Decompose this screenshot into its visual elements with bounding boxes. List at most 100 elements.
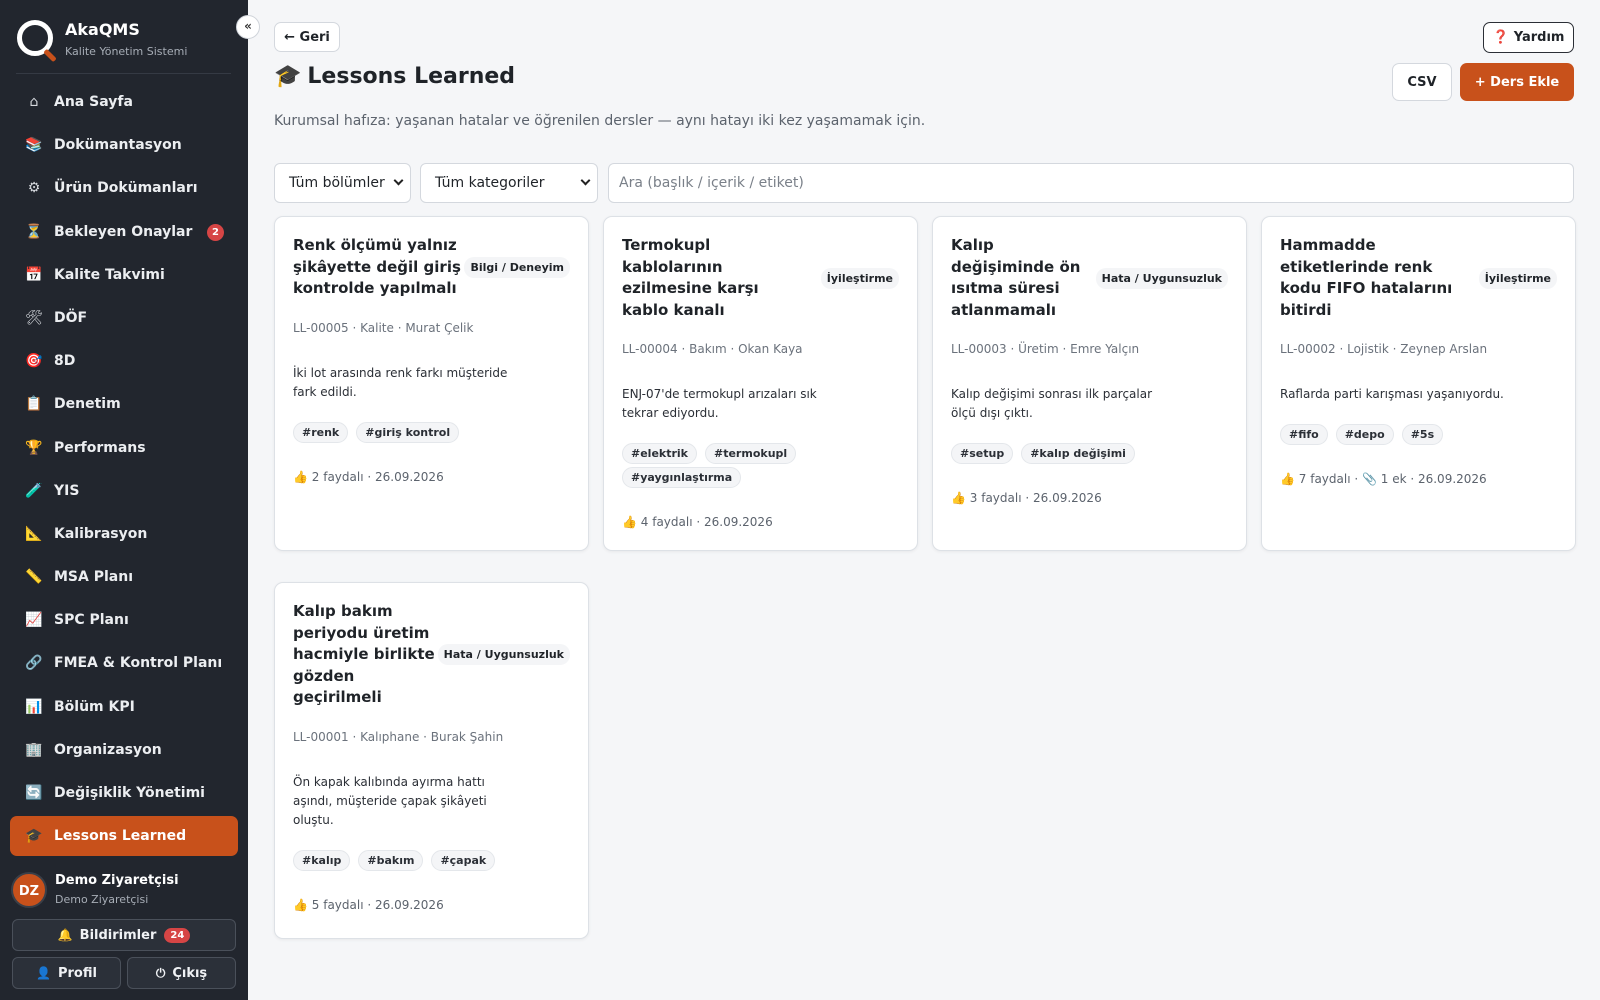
main-content: ← Geri ❓ Yardım 🎓 Lessons Learned CSV + D…: [248, 0, 1600, 1000]
sidebar-item-label: Dokümantasyon: [54, 137, 182, 154]
tag-chip[interactable]: #elektrik: [622, 443, 697, 464]
chevron-down-icon: [393, 175, 404, 186]
sidebar-item-label: FMEA & Kontrol Planı: [54, 655, 223, 672]
lesson-card-header: Termokupl kablolarının ezilmesine karşı …: [604, 217, 917, 321]
lesson-meta: LL-00001 · Kalıphane · Burak Şahin: [293, 729, 504, 744]
search-input[interactable]: [608, 163, 1574, 203]
hourglass-icon: ⏳: [25, 223, 43, 240]
sidebar-item-msa-plan[interactable]: 📏 MSA Planı: [10, 557, 238, 597]
cycle-icon: 🔄: [25, 785, 43, 801]
lesson-card-header: Renk ölçümü yalnız şikâyette değil giriş…: [275, 217, 588, 300]
logout-button[interactable]: ⏻ Çıkış: [127, 957, 236, 989]
category-filter[interactable]: Tüm kategoriler: [420, 163, 598, 203]
csv-export-button[interactable]: CSV: [1392, 63, 1452, 101]
sidebar-item-performans[interactable]: 🏆 Performans: [10, 428, 238, 468]
lesson-meta: LL-00002 · Lojistik · Zeynep Arslan: [1280, 342, 1488, 356]
ruler-icon: 📏: [25, 569, 43, 586]
home-icon: ⌂: [29, 94, 39, 110]
lesson-card[interactable]: Termokupl kablolarının ezilmesine karşı …: [603, 216, 918, 551]
pending-count-badge: 2: [207, 223, 224, 241]
department-filter-value: Tüm bölümler: [289, 175, 385, 191]
chevron-down-icon: [580, 175, 591, 186]
lesson-title: Kalıp değişiminde ön ısıtma süresi atlan…: [951, 236, 1081, 319]
user-icon: 👤: [36, 966, 51, 980]
bell-icon: 🔔: [57, 928, 73, 942]
power-icon: ⏻: [155, 965, 166, 980]
graduation-cap-icon: 🎓: [274, 64, 302, 89]
thumbs-up-icon: 👍: [1280, 472, 1295, 486]
clipboard-icon: 📋: [25, 396, 43, 413]
tag-chip[interactable]: #çapak: [431, 849, 496, 871]
department-filter[interactable]: Tüm bölümler: [274, 163, 411, 203]
page-title-text: Lessons Learned: [307, 64, 516, 89]
sidebar-item-ana-sayfa[interactable]: ⌂ Ana Sayfa: [10, 82, 238, 122]
tag-chip[interactable]: #giriş kontrol: [356, 421, 460, 443]
lesson-footer-text: 5 faydalı · 26.09.2026: [311, 897, 444, 912]
target-icon: 🎯: [25, 353, 43, 370]
sidebar-item-kalibrasyon[interactable]: 📐 Kalibrasyon: [10, 514, 238, 554]
lesson-card-header: Kalıp değişiminde ön ısıtma süresi atlan…: [933, 217, 1246, 321]
app-logo: [17, 20, 53, 56]
tag-chip[interactable]: #kalıp: [293, 849, 351, 871]
lesson-card[interactable]: Kalıp değişiminde ön ısıtma süresi atlan…: [932, 216, 1247, 551]
lesson-description: İki lot arasında renk farkı müşteride fa…: [293, 365, 508, 399]
lesson-description: Kalıp değişimi sonrası ilk parçalar ölçü…: [951, 387, 1153, 420]
tag-chip[interactable]: #termokupl: [705, 443, 797, 464]
sidebar-item-lessons-learned[interactable]: 🎓 Lessons Learned: [10, 816, 238, 857]
lesson-card[interactable]: Hammadde etiketlerinde renk kodu FIFO ha…: [1261, 216, 1576, 551]
sidebar-item-fmea-kontrol-plan[interactable]: 🔗 FMEA & Kontrol Planı: [10, 643, 238, 683]
sidebar-item-d-f[interactable]: 🛠 DÖF: [10, 298, 238, 338]
sidebar-item-bekleyen-onaylar[interactable]: ⏳ Bekleyen Onaylar 2: [10, 212, 238, 252]
tag-list: #fifo #depo #5s: [1262, 424, 1575, 448]
logout-label: Çıkış: [172, 965, 208, 981]
sidebar-collapse-button[interactable]: «: [236, 15, 260, 39]
sidebar-item-yis[interactable]: 🧪 YIS: [10, 471, 238, 511]
tag-chip[interactable]: #5s: [1401, 424, 1444, 445]
tag-chip[interactable]: #renk: [293, 421, 349, 443]
sidebar-item-kalite-takvimi[interactable]: 📅 Kalite Takvimi: [10, 255, 238, 295]
thumbs-up-icon: 👍: [951, 491, 966, 505]
sidebar-item-label: SPC Planı: [54, 612, 129, 629]
sidebar-item-label: DÖF: [54, 309, 88, 326]
tag-list: #setup #kalıp değişimi: [933, 443, 1246, 467]
tag-chip[interactable]: #depo: [1335, 424, 1394, 445]
notifications-label: Bildirimler: [79, 927, 157, 943]
category-badge: İyileştirme: [820, 267, 899, 289]
tools-icon: 🛠: [25, 309, 43, 326]
add-lesson-button[interactable]: + Ders Ekle: [1460, 63, 1574, 101]
tag-chip[interactable]: #bakım: [358, 849, 424, 871]
tag-chip[interactable]: #setup: [951, 443, 1014, 464]
tag-chip[interactable]: #yaygınlaştırma: [622, 467, 742, 488]
help-button[interactable]: ❓ Yardım: [1483, 22, 1574, 53]
notifications-button[interactable]: 🔔 Bildirimler 24: [12, 919, 236, 951]
back-button[interactable]: ← Geri: [274, 22, 340, 52]
lesson-footer-text: 2 faydalı · 26.09.2026: [311, 469, 444, 484]
lesson-description: Raflarda parti karışması yaşanıyordu.: [1280, 387, 1504, 401]
tag-chip[interactable]: #fifo: [1280, 424, 1328, 445]
lesson-card[interactable]: Kalıp bakım periyodu üretim hacmiyle bir…: [274, 582, 589, 939]
category-badge: Hata / Uygunsuzluk: [437, 644, 570, 666]
tag-chip[interactable]: #kalıp değişimi: [1021, 443, 1135, 464]
sidebar-item-de-i-iklik-y-netimi[interactable]: 🔄 Değişiklik Yönetimi: [10, 773, 238, 813]
sidebar-item-8d[interactable]: 🎯 8D: [10, 341, 238, 381]
sidebar-item-spc-plan[interactable]: 📈 SPC Planı: [10, 600, 238, 640]
lesson-title: Renk ölçümü yalnız şikâyette değil giriş…: [293, 236, 461, 297]
user-role: Demo Ziyaretçisi: [55, 893, 149, 906]
sidebar-item-organizasyon[interactable]: 🏢 Organizasyon: [10, 730, 238, 770]
sidebar-item-label: Denetim: [54, 396, 121, 413]
sidebar-item-r-n-dok-manlar[interactable]: ⚙ Ürün Dokümanları: [10, 168, 238, 208]
graduation-cap-icon: 🎓: [25, 828, 43, 845]
category-badge: Hata / Uygunsuzluk: [1095, 267, 1228, 289]
lesson-card[interactable]: Renk ölçümü yalnız şikâyette değil giriş…: [274, 216, 589, 551]
tag-list: #elektrik #termokupl #yaygınlaştırma: [604, 443, 917, 491]
sidebar-item-dok-mantasyon[interactable]: 📚 Dokümantasyon: [10, 125, 238, 165]
profile-button[interactable]: 👤 Profil: [12, 957, 121, 989]
sidebar-item-label: Bekleyen Onaylar: [54, 223, 193, 240]
link-icon: 🔗: [25, 655, 43, 672]
sidebar-item-b-l-m-kpi[interactable]: 📊 Bölüm KPI: [10, 687, 238, 727]
lesson-title: Hammadde etiketlerinde renk kodu FIFO ha…: [1280, 236, 1453, 319]
category-filter-value: Tüm kategoriler: [435, 175, 545, 191]
sidebar-item-label: Organizasyon: [54, 741, 162, 758]
sidebar-item-label: 8D: [54, 353, 76, 370]
sidebar-item-denetim[interactable]: 📋 Denetim: [10, 384, 238, 424]
